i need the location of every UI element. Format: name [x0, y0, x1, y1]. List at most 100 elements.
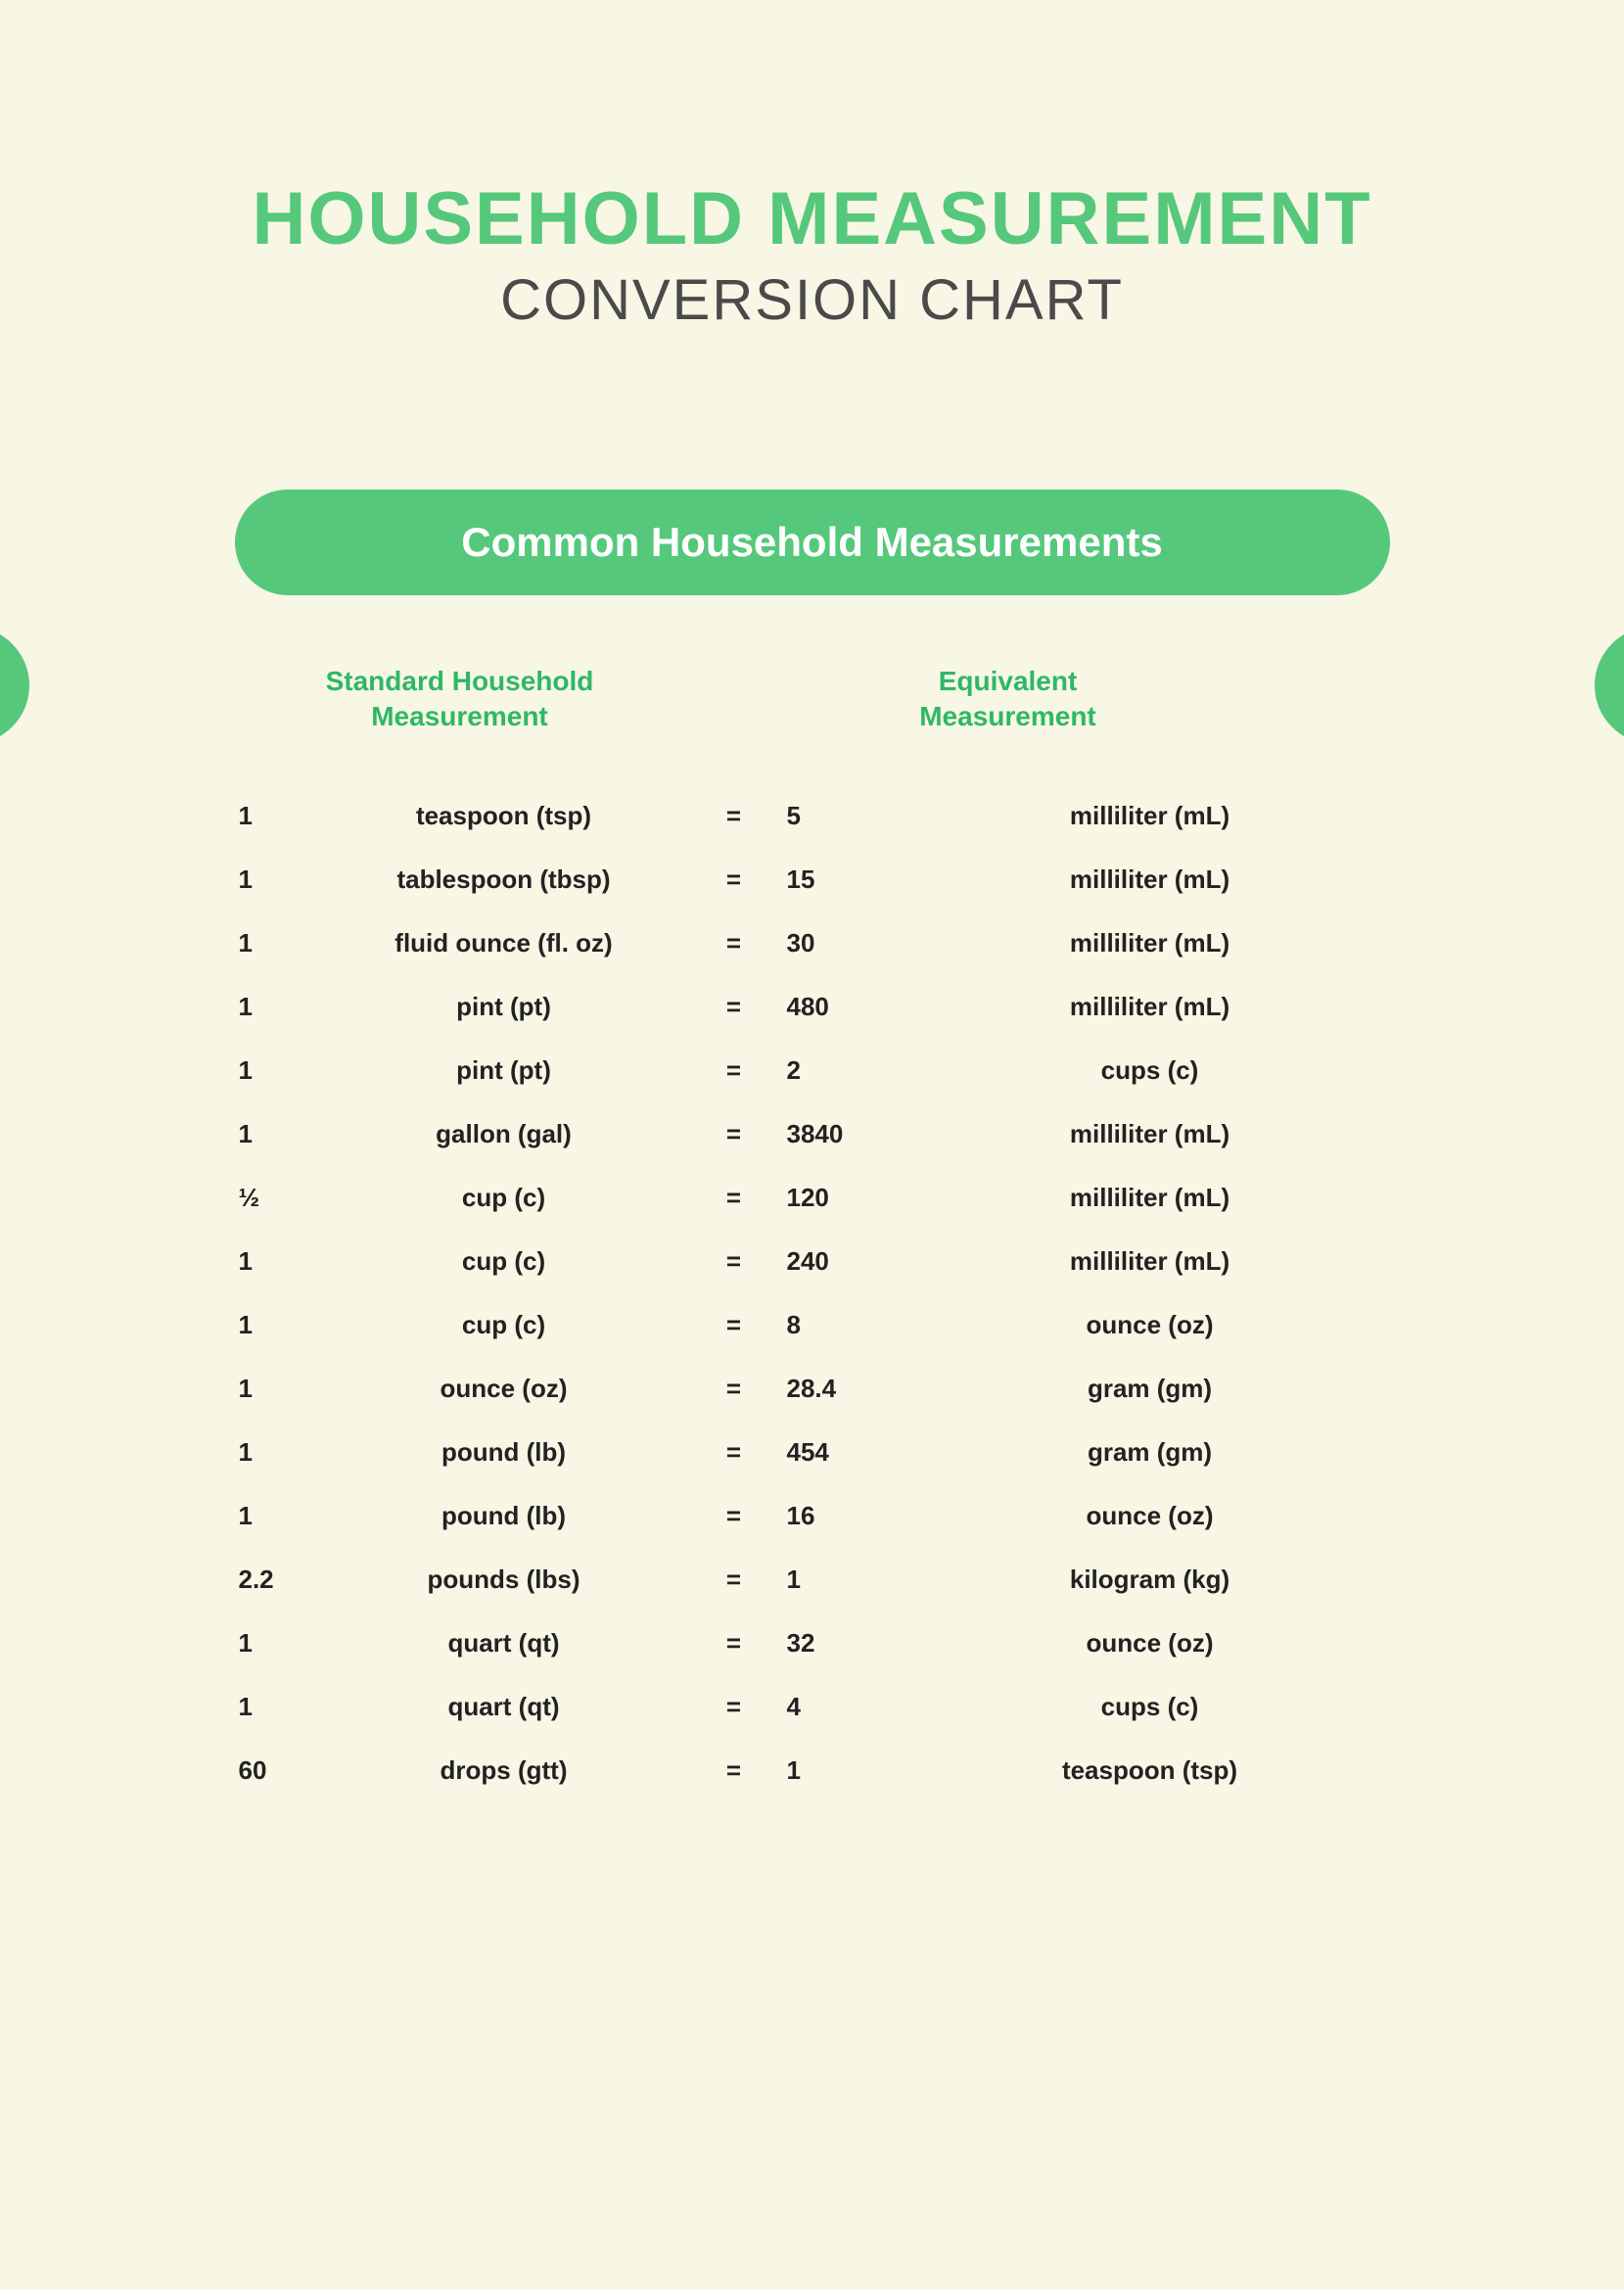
table-row: 1cup (c)=240milliliter (mL): [235, 1230, 1390, 1293]
unit-equivalent: ounce (oz): [910, 1628, 1390, 1659]
equals-sign: =: [685, 1565, 783, 1595]
unit-standard: drops (gtt): [323, 1755, 685, 1786]
qty-standard: 1: [235, 1692, 323, 1722]
qty-standard: 1: [235, 1628, 323, 1659]
qty-standard: 1: [235, 1055, 323, 1086]
unit-standard: gallon (gal): [323, 1119, 685, 1149]
unit-equivalent: cups (c): [910, 1692, 1390, 1722]
unit-equivalent: gram (gm): [910, 1374, 1390, 1404]
qty-equivalent: 8: [783, 1310, 910, 1340]
title-block: HOUSEHOLD MEASUREMENT CONVERSION CHART: [0, 0, 1624, 333]
unit-standard: cup (c): [323, 1183, 685, 1213]
qty-standard: 1: [235, 992, 323, 1022]
table-row: 2.2pounds (lbs)=1kilogram (kg): [235, 1548, 1390, 1612]
table-header-row: Standard HouseholdMeasurement Equivalent…: [235, 664, 1390, 735]
qty-standard: ½: [235, 1183, 323, 1213]
qty-equivalent: 5: [783, 801, 910, 831]
qty-standard: 1: [235, 1437, 323, 1468]
equals-sign: =: [685, 1501, 783, 1531]
unit-standard: pound (lb): [323, 1437, 685, 1468]
unit-equivalent: milliliter (mL): [910, 865, 1390, 895]
equals-sign: =: [685, 1119, 783, 1149]
table-row: 1pound (lb)=16ounce (oz): [235, 1484, 1390, 1548]
qty-equivalent: 240: [783, 1246, 910, 1277]
unit-standard: pound (lb): [323, 1501, 685, 1531]
table-row: 60drops (gtt)=1teaspoon (tsp): [235, 1739, 1390, 1802]
table-row: 1pound (lb)=454gram (gm): [235, 1421, 1390, 1484]
qty-standard: 1: [235, 1119, 323, 1149]
equals-sign: =: [685, 1628, 783, 1659]
unit-equivalent: ounce (oz): [910, 1310, 1390, 1340]
equals-sign: =: [685, 1437, 783, 1468]
unit-equivalent: milliliter (mL): [910, 801, 1390, 831]
decorative-ring-right: [1595, 627, 1624, 744]
page-title-sub: CONVERSION CHART: [0, 267, 1624, 333]
unit-standard: quart (qt): [323, 1628, 685, 1659]
unit-equivalent: milliliter (mL): [910, 992, 1390, 1022]
unit-standard: pounds (lbs): [323, 1565, 685, 1595]
column-header-standard: Standard HouseholdMeasurement: [235, 664, 685, 735]
page-title-main: HOUSEHOLD MEASUREMENT: [0, 176, 1624, 261]
table-row: 1gallon (gal)=3840milliliter (mL): [235, 1102, 1390, 1166]
equals-sign: =: [685, 1755, 783, 1786]
equals-sign: =: [685, 1310, 783, 1340]
unit-equivalent: milliliter (mL): [910, 1119, 1390, 1149]
equals-sign: =: [685, 1374, 783, 1404]
equals-sign: =: [685, 928, 783, 958]
qty-equivalent: 32: [783, 1628, 910, 1659]
table-row: 1pint (pt)=2cups (c): [235, 1039, 1390, 1102]
table-row: 1tablespoon (tbsp)=15milliliter (mL): [235, 848, 1390, 911]
table-body: 1teaspoon (tsp)=5milliliter (mL)1tablesp…: [235, 784, 1390, 1802]
unit-standard: pint (pt): [323, 1055, 685, 1086]
qty-equivalent: 120: [783, 1183, 910, 1213]
qty-equivalent: 2: [783, 1055, 910, 1086]
unit-standard: teaspoon (tsp): [323, 801, 685, 831]
column-header-equivalent: EquivalentMeasurement: [783, 664, 1233, 735]
table-row: 1cup (c)=8ounce (oz): [235, 1293, 1390, 1357]
unit-equivalent: ounce (oz): [910, 1501, 1390, 1531]
qty-equivalent: 3840: [783, 1119, 910, 1149]
equals-sign: =: [685, 1055, 783, 1086]
unit-equivalent: milliliter (mL): [910, 1183, 1390, 1213]
qty-standard: 1: [235, 801, 323, 831]
equals-sign: =: [685, 1246, 783, 1277]
unit-standard: tablespoon (tbsp): [323, 865, 685, 895]
unit-equivalent: teaspoon (tsp): [910, 1755, 1390, 1786]
qty-standard: 1: [235, 1310, 323, 1340]
unit-standard: pint (pt): [323, 992, 685, 1022]
qty-equivalent: 15: [783, 865, 910, 895]
equals-sign: =: [685, 992, 783, 1022]
equals-sign: =: [685, 1692, 783, 1722]
table-row: 1ounce (oz)=28.4gram (gm): [235, 1357, 1390, 1421]
unit-standard: quart (qt): [323, 1692, 685, 1722]
unit-equivalent: gram (gm): [910, 1437, 1390, 1468]
table-row: ½cup (c)=120milliliter (mL): [235, 1166, 1390, 1230]
table-row: 1quart (qt)=32ounce (oz): [235, 1612, 1390, 1675]
decorative-ring-left: [0, 627, 29, 744]
unit-standard: cup (c): [323, 1246, 685, 1277]
qty-equivalent: 480: [783, 992, 910, 1022]
section-header-pill: Common Household Measurements: [235, 490, 1390, 595]
qty-standard: 2.2: [235, 1565, 323, 1595]
unit-standard: cup (c): [323, 1310, 685, 1340]
qty-standard: 1: [235, 1246, 323, 1277]
table-row: 1quart (qt)=4cups (c): [235, 1675, 1390, 1739]
qty-equivalent: 454: [783, 1437, 910, 1468]
qty-equivalent: 1: [783, 1565, 910, 1595]
qty-equivalent: 28.4: [783, 1374, 910, 1404]
qty-standard: 1: [235, 865, 323, 895]
conversion-table: Standard HouseholdMeasurement Equivalent…: [235, 664, 1390, 1802]
unit-equivalent: kilogram (kg): [910, 1565, 1390, 1595]
qty-standard: 1: [235, 1374, 323, 1404]
qty-equivalent: 16: [783, 1501, 910, 1531]
equals-sign: =: [685, 865, 783, 895]
unit-equivalent: cups (c): [910, 1055, 1390, 1086]
unit-standard: fluid ounce (fl. oz): [323, 928, 685, 958]
qty-equivalent: 1: [783, 1755, 910, 1786]
table-row: 1fluid ounce (fl. oz)=30milliliter (mL): [235, 911, 1390, 975]
unit-standard: ounce (oz): [323, 1374, 685, 1404]
qty-equivalent: 4: [783, 1692, 910, 1722]
unit-equivalent: milliliter (mL): [910, 928, 1390, 958]
qty-standard: 1: [235, 1501, 323, 1531]
table-row: 1pint (pt)=480milliliter (mL): [235, 975, 1390, 1039]
